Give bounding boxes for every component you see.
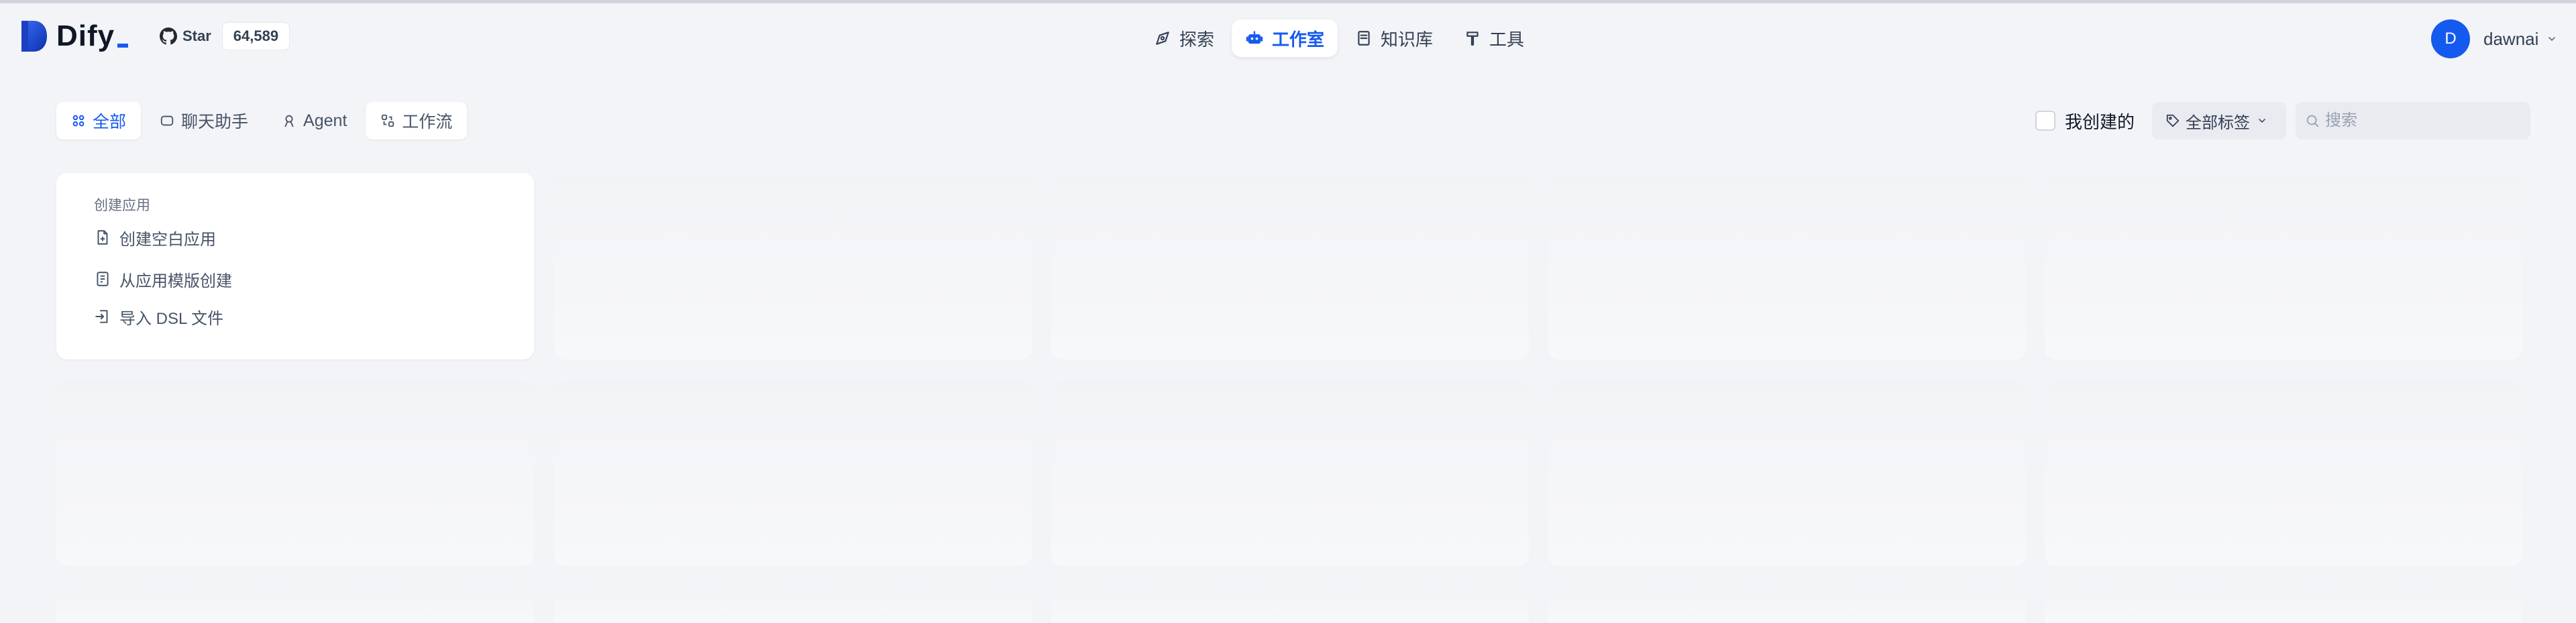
nav-knowledge-label: 知识库 <box>1381 29 1434 50</box>
app-card-placeholder <box>56 380 534 566</box>
app-card-placeholder <box>1051 380 1529 566</box>
nav-studio-label: 工作室 <box>1272 29 1325 50</box>
app-card-placeholder <box>1051 173 1529 359</box>
tab-chat-assistant[interactable]: 聊天助手 <box>145 102 263 139</box>
user-name: dawnai <box>2483 28 2539 49</box>
app-card-placeholder <box>1548 380 2026 566</box>
agent-icon <box>284 115 294 127</box>
app-card-placeholder <box>554 380 1032 566</box>
app-type-tabs: 全部 聊天助手 Agent 工作流 <box>56 102 471 139</box>
search-input[interactable] <box>2325 111 2520 130</box>
github-star-count: 64,589 <box>221 22 290 50</box>
nav-studio[interactable]: 工作室 <box>1232 19 1338 57</box>
tab-all[interactable]: 全部 <box>56 102 142 139</box>
create-from-template-button[interactable]: 从应用模版创建 <box>94 266 232 292</box>
github-star-label: Star <box>182 27 211 44</box>
tag-icon <box>2166 114 2180 127</box>
tag-filter-button[interactable]: 全部标签 <box>2152 102 2287 139</box>
search-icon <box>2306 115 2319 127</box>
chevron-down-icon <box>2259 119 2265 123</box>
app-card-placeholder <box>2045 173 2522 359</box>
import-icon <box>95 310 108 323</box>
tag-filter-label: 全部标签 <box>2186 113 2251 132</box>
app-card-placeholder <box>1051 585 1529 623</box>
app-card-placeholder <box>554 173 1032 359</box>
grid-icon <box>72 115 85 127</box>
hammer-icon <box>1466 32 1479 46</box>
file-plus-icon <box>97 230 108 245</box>
create-app-card: 创建应用 创建空白应用 从应用模版创建 导入 DSL 文件 <box>56 173 534 359</box>
create-app-title: 创建应用 <box>94 198 150 213</box>
app-header: Dify Star 64,589 探索 工作室 知识库 工具 D dawnai <box>0 3 2576 70</box>
app-card-placeholder <box>1548 585 2026 623</box>
github-star-widget[interactable]: Star 64,589 <box>160 22 290 50</box>
app-card-placeholder <box>2045 585 2522 623</box>
github-icon <box>160 27 177 45</box>
avatar[interactable]: D <box>2431 19 2470 58</box>
tab-all-label: 全部 <box>93 113 127 131</box>
app-name: Dify <box>56 19 129 53</box>
app-card-placeholder <box>56 585 534 623</box>
right-filters: 我创建的 全部标签 <box>2035 102 2531 139</box>
created-by-me-label[interactable]: 我创建的 <box>2065 109 2135 133</box>
compass-icon <box>1156 32 1169 45</box>
workflow-icon <box>382 114 394 127</box>
tab-workflow[interactable]: 工作流 <box>366 102 468 139</box>
robot-icon <box>1246 31 1263 44</box>
import-dsl-label: 导入 DSL 文件 <box>119 309 224 328</box>
create-blank-app-button[interactable]: 创建空白应用 <box>94 224 216 251</box>
created-by-me-checkbox[interactable] <box>2035 111 2055 131</box>
import-dsl-button[interactable]: 导入 DSL 文件 <box>94 303 223 330</box>
tab-workflow-label: 工作流 <box>402 113 453 131</box>
app-card-placeholder <box>1548 173 2026 359</box>
dify-logo-icon <box>20 19 48 53</box>
chat-icon <box>160 115 174 126</box>
template-icon <box>97 272 109 286</box>
nav-tools-label: 工具 <box>1489 29 1525 50</box>
create-from-template-label: 从应用模版创建 <box>119 272 232 290</box>
user-menu[interactable]: D dawnai <box>2431 19 2557 58</box>
book-icon <box>1358 31 1370 46</box>
nav-explore-label: 探索 <box>1179 29 1215 50</box>
github-star-button[interactable]: Star <box>160 27 211 45</box>
tab-chat-assistant-label: 聊天助手 <box>181 113 249 131</box>
search-box[interactable] <box>2296 102 2531 139</box>
main-nav: 探索 工作室 知识库 工具 <box>1140 19 1542 57</box>
nav-explore[interactable]: 探索 <box>1140 19 1228 57</box>
dify-logo[interactable]: Dify <box>20 19 129 53</box>
nav-tools[interactable]: 工具 <box>1450 19 1538 57</box>
app-card-placeholder <box>2045 380 2522 566</box>
create-blank-app-label: 创建空白应用 <box>119 230 216 249</box>
nav-knowledge[interactable]: 知识库 <box>1342 19 1446 57</box>
tab-agent-label: Agent <box>303 111 347 130</box>
app-card-placeholder <box>554 585 1032 623</box>
chevron-down-icon <box>2548 37 2556 41</box>
tab-agent[interactable]: Agent <box>267 102 362 139</box>
